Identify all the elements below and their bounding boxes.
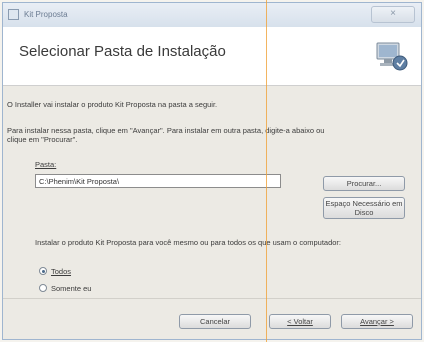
window-title: Kit Proposta	[24, 10, 68, 19]
intro-text: O Installer vai instalar o produto Kit P…	[7, 100, 218, 109]
disk-space-button[interactable]: Espaço Necessário em Disco	[323, 197, 405, 219]
instruction-text-line1: Para instalar nessa pasta, clique em "Av…	[7, 126, 325, 135]
browse-button[interactable]: Procurar...	[323, 176, 405, 191]
instruction-text-line2: clique em "Procurar".	[7, 135, 78, 144]
close-button[interactable]: ×	[371, 6, 415, 23]
folder-path-input[interactable]: C:\Phenim\Kit Proposta\	[35, 174, 281, 188]
content-area: O Installer vai instalar o produto Kit P…	[3, 86, 421, 299]
title-bar: Kit Proposta ×	[3, 3, 421, 28]
installer-window: Kit Proposta × Selecionar Pasta de Insta…	[2, 2, 422, 340]
install-for-text: Instalar o produto Kit Proposta para voc…	[35, 238, 342, 247]
radio-all-users-label[interactable]: Todos	[51, 267, 71, 276]
header-banner: Selecionar Pasta de Instalação	[3, 27, 421, 86]
computer-install-icon	[376, 42, 408, 71]
disk-space-label-line1: Espaço Necessário em	[325, 199, 403, 208]
installer-app-icon	[8, 9, 19, 20]
radio-all-users[interactable]	[39, 267, 47, 275]
back-button[interactable]: < Voltar	[269, 314, 331, 329]
next-button[interactable]: Avançar >	[341, 314, 413, 329]
cancel-button[interactable]: Cancelar	[179, 314, 251, 329]
button-bar: Cancelar < Voltar Avançar >	[3, 298, 421, 339]
orange-marker-line	[266, 0, 267, 342]
radio-only-me[interactable]	[39, 284, 47, 292]
page-title: Selecionar Pasta de Instalação	[19, 43, 226, 60]
disk-space-label-line2: Disco	[354, 208, 374, 217]
radio-only-me-label[interactable]: Somente eu	[51, 284, 91, 293]
folder-label: Pasta:	[35, 160, 57, 169]
